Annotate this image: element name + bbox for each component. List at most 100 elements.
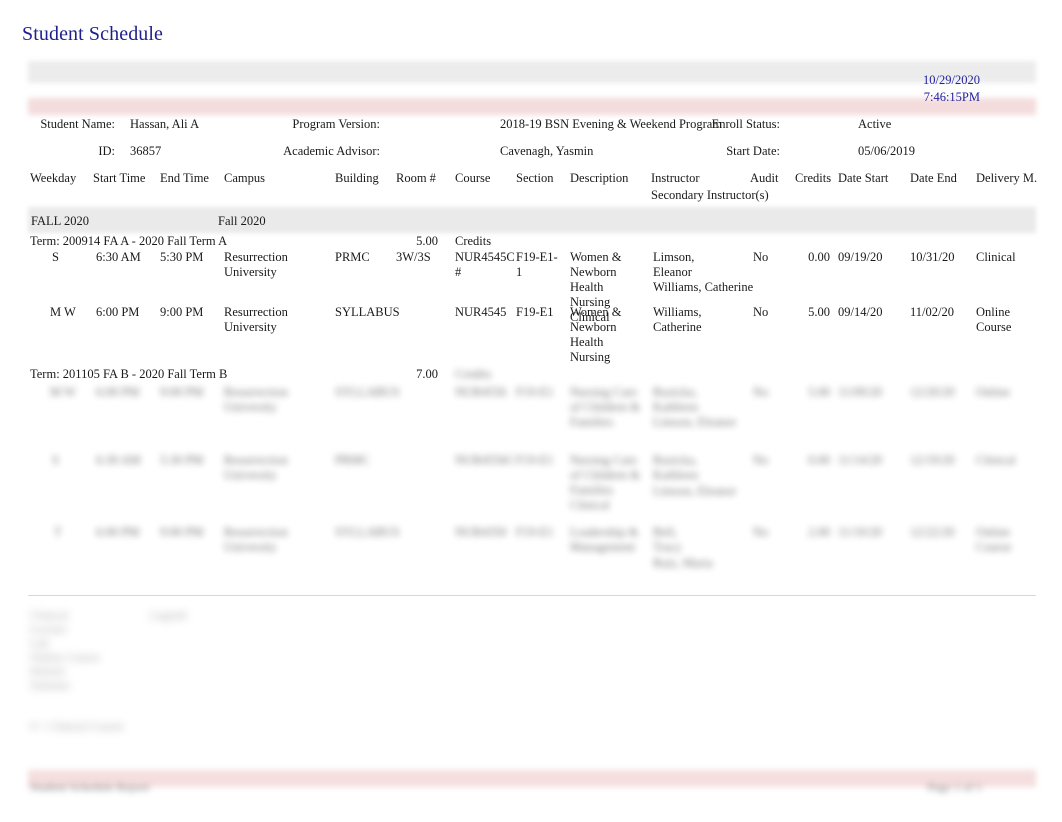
cell-end-time: 5:30 PM [160,453,204,467]
cell-description: Nursing Care of Children & Families Clin… [570,453,641,512]
cell-credits: 0.00 [808,453,830,467]
header-pink-band [28,98,1036,115]
report-date: 10/29/2020 [923,73,980,87]
meta-row-2: ID: 36857 Academic Advisor: Cavenagh, Ya… [0,144,1062,171]
legend-list: Clinical Lecture Lab Online Course Hybri… [30,608,100,692]
cell-date-start: 11/09/20 [838,385,882,399]
cell-credits: 2.00 [808,525,830,539]
academic-advisor-value: Cavenagh, Yasmin [500,144,594,158]
footer-band [28,770,1036,787]
report-timestamp: 10/29/2020 7:46:15PM [923,72,980,106]
term-credits-word-a: Credits [455,234,492,248]
term-group-label-left: FALL 2020 [31,214,89,228]
student-meta: Student Name: Hassan, Ali A Program Vers… [0,117,1062,171]
academic-advisor-label: Academic Advisor: [283,144,380,158]
cell-weekday: T [54,525,62,539]
student-id-value: 36857 [130,144,162,158]
cell-date-end: 12/19/20 [910,453,955,467]
cell-weekday: M W [50,305,76,319]
term-credits-value-a: 5.00 [416,234,438,248]
cell-audit: No [753,453,769,467]
term-credits-word-b: Credits [455,367,492,381]
report-page: Student Schedule 10/29/2020 7:46:15PM St… [0,0,1062,822]
column-header-end-time: End Time [160,171,209,185]
cell-start-time: 6:30 AM [96,453,141,467]
cell-description: Leadership & Management [570,525,639,554]
column-header-section: Section [516,171,554,185]
cell-credits: 5.00 [808,385,830,399]
cell-end-time: 9:00 PM [160,525,204,539]
cell-audit: No [753,305,769,319]
cell-start-time: 6:30 AM [96,250,141,264]
cell-date-end: 10/31/20 [910,250,955,264]
cell-instructor: Ruzicka, Kathleen [653,385,699,414]
cell-audit: No [753,525,769,539]
cell-delivery: Clinical [976,250,1016,264]
header-gray-band [28,61,1036,83]
enroll-status-label: Enroll Status: [711,117,780,131]
cell-start-time: 6:00 PM [96,385,140,399]
cell-campus: Resurrection University [224,453,288,482]
report-time: 7:46:15PM [923,90,980,104]
cell-audit: No [753,385,769,399]
column-header-building: Building [335,171,379,185]
cell-end-time: 9:00 PM [160,305,204,319]
column-header-instructor: Instructor [651,171,700,185]
cell-delivery: Clinical [976,453,1016,467]
cell-weekday: S [52,453,59,467]
cell-section: F19-E1 [516,453,554,467]
student-id-label: ID: [98,144,115,158]
footer-report-name: Student Schedule Report [30,780,150,794]
cell-secondary-instructor: Limson, Eleanor [653,484,737,498]
cell-campus: Resurrection University [224,305,288,334]
cell-start-time: 6:00 PM [96,305,140,319]
legend-note: # = Clinical Course [30,719,124,733]
cell-end-time: 5:30 PM [160,250,204,264]
start-date-value: 05/06/2019 [858,144,915,158]
column-header-weekday: Weekday [30,171,77,185]
footer-page-number: Page 1 of 1 [927,780,982,794]
cell-credits: 0.00 [808,250,830,264]
meta-row-1: Student Name: Hassan, Ali A Program Vers… [0,117,1062,144]
term-group-band [28,207,1036,233]
cell-weekday: S [52,250,59,264]
cell-building: PRMC [335,453,370,467]
cell-course: NUR4545 [455,305,507,319]
cell-date-end: 11/02/20 [910,305,954,319]
column-header-description: Description [570,171,629,185]
cell-instructor: Limson, Eleanor [653,250,695,279]
cell-campus: Resurrection University [224,385,288,414]
column-header-date-end: Date End [910,171,957,185]
cell-section: F19-E1 [516,305,554,319]
cell-course: NUR4556 [455,385,507,399]
term-credits-value-b: 7.00 [416,367,438,381]
cell-date-start: 11/10/20 [838,525,882,539]
student-name-value: Hassan, Ali A [130,117,200,131]
table-column-headers: Weekday Start Time End Time Campus Build… [0,171,1062,203]
cell-weekday: M W [50,385,76,399]
page-title: Student Schedule [22,23,164,45]
term-label-a: Term: 200914 FA A - 2020 Fall Term A [30,234,228,248]
cell-instructor: Williams, Catherine [653,305,702,334]
term-group-label-right: Fall 2020 [218,214,266,228]
cell-instructor: Ruzicka, Kathleen [653,453,699,482]
cell-course: NUR4556C [455,453,515,467]
cell-section: F19-E1 [516,525,554,539]
cell-secondary-instructor: Williams, Catherine [653,280,754,294]
legend-heading: Legend [150,608,186,622]
column-header-campus: Campus [224,171,265,185]
cell-end-time: 9:00 PM [160,385,204,399]
cell-secondary-instructor: Ruiz, Maria [653,556,713,570]
section-divider [28,595,1036,596]
column-header-credits: Credits [795,171,832,185]
cell-date-end: 12/22/20 [910,525,955,539]
cell-audit: No [753,250,769,264]
column-header-secondary-instructor: Secondary Instructor(s) [651,188,769,202]
cell-course: NUR4545C # [455,250,515,279]
cell-section: F19-E1 [516,385,554,399]
cell-delivery: Online [976,385,1011,399]
cell-building: SYLLABUS [335,525,400,539]
cell-delivery: Online Course [976,305,1012,334]
start-date-label: Start Date: [726,144,780,158]
cell-building: PRMC [335,250,370,264]
